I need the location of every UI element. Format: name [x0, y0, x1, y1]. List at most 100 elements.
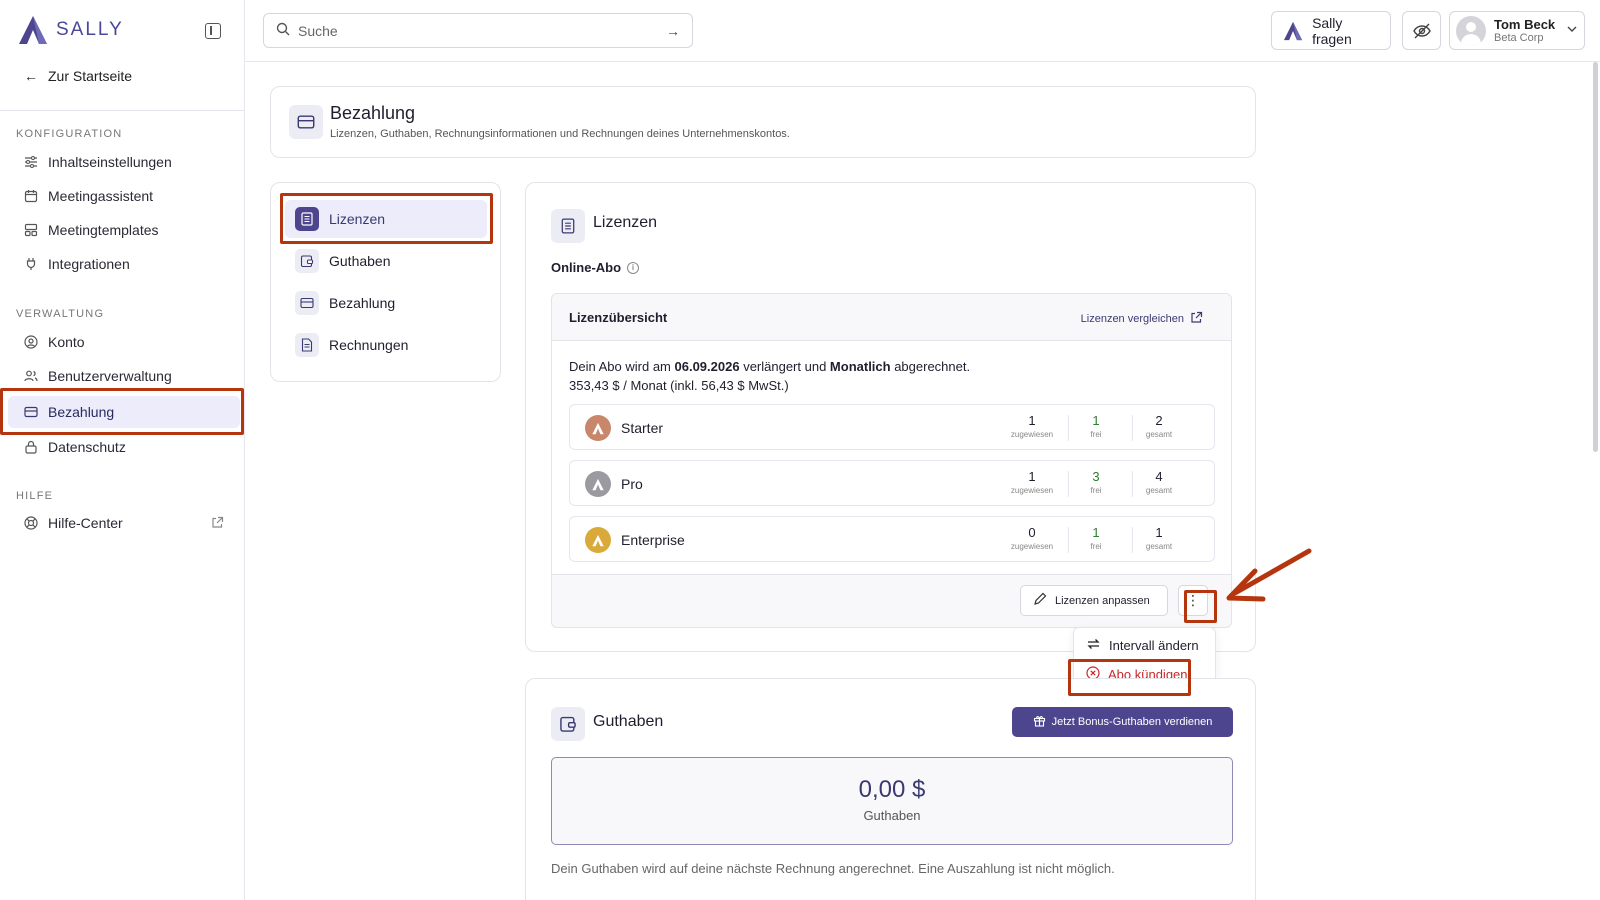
chevron-down-icon	[1566, 23, 1578, 38]
scrollbar-thumb[interactable]	[1593, 62, 1598, 452]
renewal-mid: verlängert und	[739, 359, 830, 374]
plan-row-enterprise: Enterprise 0 zugewiesen 1 frei 1 gesamt	[569, 516, 1215, 562]
pencil-icon	[1033, 592, 1047, 609]
plan-total: 4 gesamt	[1127, 469, 1191, 497]
change-interval-menu-item[interactable]: Intervall ändern	[1086, 637, 1199, 654]
total-label: gesamt	[1145, 542, 1173, 551]
credit-card-icon	[24, 405, 38, 419]
free-label: frei	[1090, 542, 1102, 551]
sidebar-item-datenschutz[interactable]: Datenschutz	[8, 431, 240, 463]
section-title-verwaltung: VERWALTUNG	[16, 308, 105, 320]
sidebar-item-label: Inhaltseinstellungen	[48, 154, 172, 170]
licenses-title: Lizenzen	[593, 214, 658, 231]
back-to-home-link[interactable]: ← Zur Startseite	[24, 68, 132, 84]
sidebar-item-inhaltseinstellungen[interactable]: Inhaltseinstellungen	[8, 146, 240, 178]
users-icon	[24, 369, 38, 383]
plan-type-label: Online-Abo	[551, 260, 622, 275]
plan-total: 2 gesamt	[1127, 413, 1191, 441]
sidebar-item-label: Hilfe-Center	[48, 515, 123, 531]
subnav-item-lizenzen[interactable]: Lizenzen	[285, 200, 487, 238]
page-title: Bezahlung	[330, 103, 416, 123]
billing-interval: Monatlich	[829, 359, 891, 374]
section-title-konfiguration: KONFIGURATION	[16, 128, 123, 140]
sidebar-item-benutzerverwaltung[interactable]: Benutzerverwaltung	[8, 360, 240, 392]
more-options-button[interactable]: ⋮	[1178, 585, 1208, 616]
lifebuoy-icon	[24, 516, 38, 530]
sidebar-item-meetingtemplates[interactable]: Meetingtemplates	[8, 214, 240, 246]
sally-logo[interactable]: SALLY	[16, 14, 124, 46]
user-menu[interactable]: Tom Beck Beta Corp	[1449, 11, 1585, 50]
plan-row-starter: Starter 1 zugewiesen 1 frei 2 gesamt	[569, 404, 1215, 450]
gift-icon	[1033, 714, 1046, 730]
sidebar-item-label: Meetingassistent	[48, 188, 154, 204]
template-icon	[24, 223, 38, 237]
subnav-label: Bezahlung	[329, 295, 396, 311]
earn-bonus-credit-button[interactable]: Jetzt Bonus-Guthaben verdienen	[1012, 707, 1233, 737]
enterprise-badge-icon	[585, 527, 611, 553]
external-link-icon	[211, 516, 224, 532]
sliders-icon	[24, 155, 38, 169]
ask-sally-button[interactable]: Sally fragen	[1271, 11, 1391, 50]
renewal-prefix: Dein Abo wird am	[569, 359, 675, 374]
brand-name: SALLY	[56, 19, 124, 40]
sidebar-item-label: Bezahlung	[48, 404, 115, 420]
sally-logo-icon	[19, 16, 47, 44]
sidebar-item-label: Konto	[48, 334, 85, 350]
assigned-count: 0	[1028, 525, 1036, 540]
renewal-info: Dein Abo wird am 06.09.2026 verlängert u…	[569, 359, 970, 374]
calendar-icon	[24, 189, 38, 203]
info-icon[interactable]: i	[627, 261, 640, 274]
sidebar-item-bezahlung[interactable]: Bezahlung	[8, 396, 240, 428]
topbar: Suche → Sally fragen Tom Beck Beta Corp	[245, 0, 1600, 62]
total-count: 4	[1155, 469, 1163, 484]
plan-row-pro: Pro 1 zugewiesen 3 frei 4 gesamt	[569, 460, 1215, 506]
user-org: Beta Corp	[1494, 31, 1544, 44]
overview-header: Lizenzübersicht Lizenzen vergleichen	[552, 294, 1231, 341]
sidebar-item-integrationen[interactable]: Integrationen	[8, 248, 240, 280]
sidebar-item-label: Meetingtemplates	[48, 222, 159, 238]
free-count: 3	[1092, 469, 1100, 484]
renewal-suffix: abgerechnet.	[890, 359, 971, 374]
subnav-item-bezahlung[interactable]: Bezahlung	[285, 284, 487, 322]
compare-licenses-link[interactable]: Lizenzen vergleichen	[1081, 311, 1203, 327]
free-count: 1	[1092, 413, 1100, 428]
total-count: 2	[1155, 413, 1163, 428]
adjust-licenses-label: Lizenzen anpassen	[1055, 594, 1150, 607]
section-title-hilfe: HILFE	[16, 490, 54, 502]
eye-off-icon	[1412, 23, 1431, 38]
sidebar-item-hilfe-center[interactable]: Hilfe-Center	[8, 507, 240, 539]
adjust-licenses-button[interactable]: Lizenzen anpassen	[1020, 585, 1168, 616]
search-input[interactable]: Suche →	[263, 13, 693, 48]
credit-card-icon	[289, 105, 323, 139]
back-to-home-label: Zur Startseite	[48, 68, 133, 84]
free-label: frei	[1090, 430, 1102, 439]
total-count: 1	[1155, 525, 1163, 540]
billing-subnav: Lizenzen Guthaben Bezahlung Rechnungen	[270, 182, 501, 382]
credit-note: Dein Guthaben wird auf deine nächste Rec…	[551, 861, 1115, 876]
page-scrollbar[interactable]	[1590, 62, 1600, 900]
arrow-right-icon[interactable]: →	[666, 23, 680, 39]
sidebar-collapse-icon[interactable]	[205, 23, 221, 39]
plan-free: 1 frei	[1064, 413, 1128, 441]
page-header: Bezahlung Lizenzen, Guthaben, Rechnungsi…	[270, 86, 1256, 158]
search-placeholder: Suche	[298, 22, 338, 39]
subnav-item-rechnungen[interactable]: Rechnungen	[285, 326, 487, 364]
subnav-label: Lizenzen	[329, 211, 386, 227]
sidebar-item-konto[interactable]: Konto	[8, 326, 240, 358]
subnav-item-guthaben[interactable]: Guthaben	[285, 242, 487, 280]
overview-footer: Lizenzen anpassen ⋮	[552, 575, 1231, 627]
overview-title: Lizenzübersicht	[569, 310, 668, 325]
starter-badge-icon	[585, 415, 611, 441]
credit-amount: 0,00 $	[858, 776, 926, 803]
plan-assigned: 0 zugewiesen	[1000, 525, 1064, 553]
lock-icon	[24, 440, 38, 454]
hide-toggle-button[interactable]	[1402, 11, 1441, 50]
credit-amount-label: Guthaben	[863, 808, 921, 823]
pro-badge-icon	[585, 471, 611, 497]
sidebar-item-meetingassistent[interactable]: Meetingassistent	[8, 180, 240, 212]
user-name: Tom Beck	[1494, 16, 1556, 32]
annotation-arrow-icon	[1226, 548, 1312, 602]
sidebar-divider	[0, 110, 245, 111]
invoice-icon	[295, 333, 319, 357]
total-label: gesamt	[1145, 430, 1173, 439]
